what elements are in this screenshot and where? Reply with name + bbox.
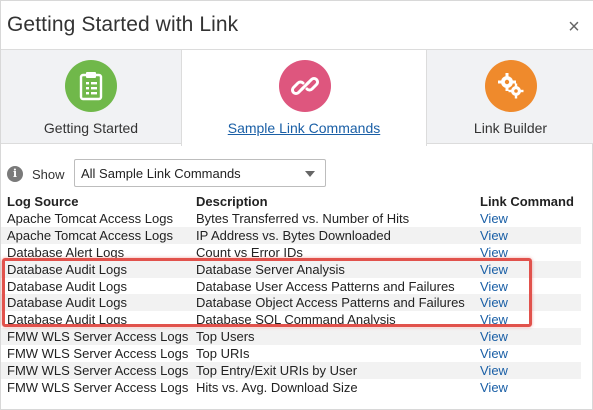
link-icon	[279, 60, 331, 112]
log-source-cell: FMW WLS Server Access Logs	[7, 379, 189, 395]
header-description: Description	[196, 194, 268, 209]
table-row: FMW WLS Server Access Logs Top URIs View	[1, 345, 581, 362]
log-source-cell: FMW WLS Server Access Logs	[7, 329, 189, 345]
description-cell: Database SQL Command Analysis	[196, 312, 396, 328]
table-header: Log Source Description Link Command	[1, 193, 581, 210]
view-link[interactable]: View	[480, 245, 508, 260]
description-cell: Top URIs	[196, 346, 250, 362]
chevron-down-icon	[305, 171, 315, 177]
clipboard-icon	[65, 60, 117, 112]
description-cell: Hits vs. Avg. Download Size	[196, 379, 358, 395]
table-row: Apache Tomcat Access Logs IP Address vs.…	[1, 226, 581, 244]
tab-getting-started[interactable]: Getting Started	[1, 50, 181, 144]
info-icon[interactable]: i	[7, 166, 23, 182]
log-source-cell: Database Alert Logs	[7, 244, 125, 260]
table-row: Database Alert Logs Count vs Error IDs V…	[1, 244, 581, 261]
command-filter-value: All Sample Link Commands	[81, 166, 241, 181]
view-link[interactable]: View	[480, 279, 508, 294]
tab-link-builder-label: Link Builder	[473, 120, 548, 136]
table-row: Database Audit Logs Database Server Anal…	[1, 260, 581, 278]
log-source-cell: FMW WLS Server Access Logs	[7, 363, 189, 379]
table-row: Database Audit Logs Database User Access…	[1, 278, 581, 295]
table-row: FMW WLS Server Access Logs Top Entry/Exi…	[1, 362, 581, 379]
table-row: Apache Tomcat Access Logs Bytes Transfer…	[1, 210, 581, 227]
command-filter-select[interactable]: All Sample Link Commands	[74, 159, 326, 187]
tab-getting-started-label: Getting Started	[43, 120, 139, 136]
description-cell: Database Server Analysis	[196, 261, 345, 277]
log-source-cell: Apache Tomcat Access Logs	[7, 227, 173, 243]
table-row: Database Audit Logs Database Object Acce…	[1, 294, 581, 312]
description-cell: Top Users	[196, 329, 255, 345]
table-row: FMW WLS Server Access Logs Hits vs. Avg.…	[1, 379, 581, 396]
description-cell: Top Entry/Exit URIs by User	[196, 363, 358, 379]
view-link[interactable]: View	[480, 363, 508, 378]
log-source-cell: Apache Tomcat Access Logs	[7, 211, 173, 226]
dialog-title-bar: Getting Started with Link ×	[1, 1, 593, 51]
gears-icon	[485, 60, 537, 112]
description-cell: Database Object Access Patterns and Fail…	[196, 295, 465, 311]
log-source-cell: FMW WLS Server Access Logs	[7, 346, 189, 362]
description-cell: Count vs Error IDs	[196, 244, 303, 260]
view-link[interactable]: View	[480, 346, 508, 361]
show-label: Show	[32, 167, 65, 182]
log-source-cell: Database Audit Logs	[7, 295, 127, 311]
header-link-command: Link Command	[480, 194, 574, 209]
view-link[interactable]: View	[480, 312, 508, 327]
log-source-cell: Database Audit Logs	[7, 278, 127, 294]
sample-commands-table: Log Source Description Link Command Apac…	[1, 193, 581, 396]
log-source-cell: Database Audit Logs	[7, 261, 127, 277]
view-link[interactable]: View	[480, 262, 508, 277]
view-link[interactable]: View	[480, 295, 508, 310]
filter-row: i Show All Sample Link Commands	[1, 159, 593, 189]
view-link[interactable]: View	[480, 228, 508, 243]
table-row: FMW WLS Server Access Logs Top Users Vie…	[1, 328, 581, 346]
close-icon[interactable]: ×	[564, 17, 584, 37]
description-cell: Database User Access Patterns and Failur…	[196, 278, 455, 294]
view-link[interactable]: View	[480, 329, 508, 344]
tab-sample-link-commands-label: Sample Link Commands	[227, 120, 381, 136]
dialog-title: Getting Started with Link	[7, 13, 239, 36]
view-link[interactable]: View	[480, 380, 508, 395]
table-row: Database Audit Logs Database SQL Command…	[1, 311, 581, 328]
description-cell: IP Address vs. Bytes Downloaded	[196, 227, 391, 243]
getting-started-dialog: Getting Started with Link × Getting Star…	[0, 0, 593, 410]
tab-bar: Getting Started Sample Link Commands Lin…	[1, 49, 593, 146]
description-cell: Bytes Transferred vs. Number of Hits	[196, 211, 410, 226]
header-log-source: Log Source	[7, 194, 79, 209]
log-source-cell: Database Audit Logs	[7, 312, 127, 328]
tab-link-builder[interactable]: Link Builder	[427, 50, 593, 144]
tab-sample-link-commands[interactable]: Sample Link Commands	[181, 50, 427, 146]
view-link[interactable]: View	[480, 211, 508, 226]
